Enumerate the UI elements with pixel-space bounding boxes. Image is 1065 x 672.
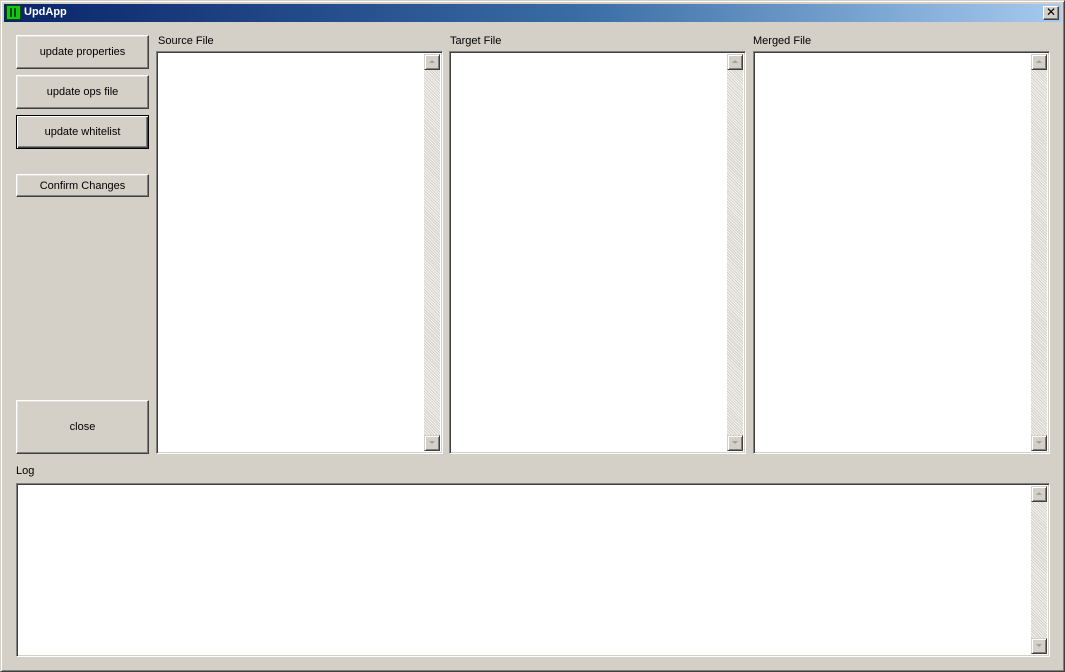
source-file-textarea[interactable]: [156, 51, 443, 454]
update-properties-button[interactable]: update properties: [16, 35, 149, 69]
target-file-scrollbar[interactable]: [727, 54, 743, 451]
target-file-label: Target File: [450, 35, 502, 47]
scroll-down-arrow-icon: [1036, 644, 1042, 647]
merged-scroll-down-button[interactable]: [1031, 435, 1047, 451]
merged-file-textarea[interactable]: [753, 51, 1050, 454]
update-ops-file-button[interactable]: update ops file: [16, 75, 149, 109]
title-bar[interactable]: UpdApp ✕: [4, 4, 1061, 22]
scroll-up-arrow-icon: [1036, 60, 1042, 63]
target-scroll-down-button[interactable]: [727, 435, 743, 451]
update-whitelist-button[interactable]: update whitelist: [16, 115, 149, 149]
scroll-up-arrow-icon: [732, 60, 738, 63]
log-textarea[interactable]: [16, 483, 1050, 657]
scroll-up-arrow-icon: [1036, 492, 1042, 495]
log-scroll-up-button[interactable]: [1031, 486, 1047, 502]
merged-file-label: Merged File: [753, 35, 812, 47]
close-icon: ✕: [1045, 5, 1057, 19]
source-file-scrollbar[interactable]: [424, 54, 440, 451]
source-scroll-up-button[interactable]: [424, 54, 440, 70]
window-close-button[interactable]: ✕: [1043, 6, 1059, 20]
target-file-textarea[interactable]: [449, 51, 746, 454]
scroll-up-arrow-icon: [429, 60, 435, 63]
scroll-down-arrow-icon: [429, 441, 435, 444]
window-title: UpdApp: [24, 6, 67, 18]
source-file-label: Source File: [158, 35, 214, 47]
target-scroll-up-button[interactable]: [727, 54, 743, 70]
scroll-down-arrow-icon: [1036, 441, 1042, 444]
scroll-down-arrow-icon: [732, 441, 738, 444]
merged-file-scrollbar[interactable]: [1031, 54, 1047, 451]
merged-scroll-up-button[interactable]: [1031, 54, 1047, 70]
app-window: UpdApp ✕ update properties update ops fi…: [0, 0, 1065, 672]
source-scroll-down-button[interactable]: [424, 435, 440, 451]
log-scrollbar[interactable]: [1031, 486, 1047, 654]
close-button[interactable]: close: [16, 400, 149, 454]
log-scroll-down-button[interactable]: [1031, 638, 1047, 654]
app-icon: [6, 5, 21, 20]
confirm-changes-button[interactable]: Confirm Changes: [16, 174, 149, 197]
log-label: Log: [16, 465, 35, 477]
